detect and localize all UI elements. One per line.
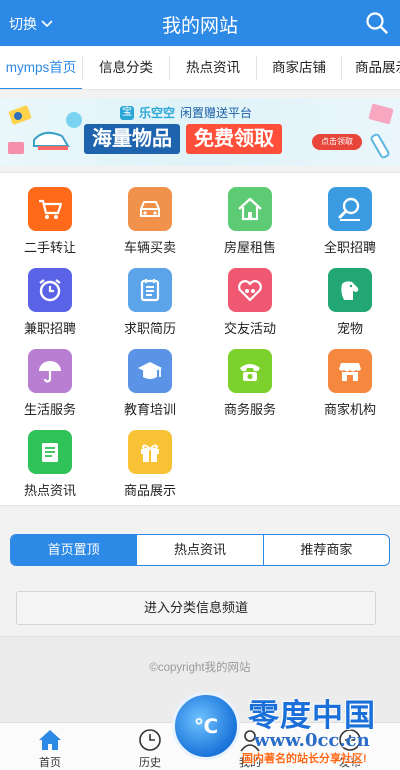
- watermark-tagline: 国内著名的站长分享社区!: [242, 753, 367, 765]
- channel-nav: mymps首页 信息分类 热点资讯 商家店铺 商品展示: [0, 46, 400, 90]
- banner-slogan: 闲置赠送平台: [180, 106, 253, 120]
- category-label: 求职简历: [123, 321, 176, 336]
- mobile-page: 切换 我的网站 mymps首页 信息分类 热点资讯 商家店铺 商品展示 宝: [0, 0, 400, 770]
- bottom-tab-home[interactable]: 首页: [20, 727, 80, 770]
- category-item[interactable]: 教育培训: [110, 349, 190, 418]
- top-header: 切换 我的网站: [0, 0, 400, 46]
- news-icon: [28, 430, 72, 474]
- car-icon: [128, 187, 172, 231]
- telephone-icon: [228, 349, 272, 393]
- banner-headline-a: 海量物品: [84, 124, 180, 154]
- category-label: 全职招聘: [323, 240, 376, 255]
- category-label: 商家机构: [323, 402, 376, 417]
- watermark: ℃ 零度中国 www.0cc.cn 国内著名的站长分享社区!: [172, 688, 400, 770]
- search-person-icon: [328, 187, 372, 231]
- category-label: 宠物: [336, 321, 363, 336]
- category-label: 商品展示: [123, 483, 176, 498]
- banner-tagline: 宝 乐空空 闲置赠送平台: [120, 104, 252, 121]
- banner-brand: 乐空空: [139, 106, 176, 120]
- category-grid: 二手转让 车辆买卖 房屋租售 全职招聘 兼职招聘 求职简历 交友活动 宠物 生活…: [0, 172, 400, 506]
- banner-claim-button[interactable]: 点击领取: [312, 134, 362, 150]
- tab-top[interactable]: 首页置顶: [11, 535, 137, 565]
- category-item[interactable]: 兼职招聘: [10, 268, 90, 337]
- watermark-title: 零度中国: [248, 698, 376, 733]
- gift-icon: [128, 430, 172, 474]
- category-item[interactable]: 商品展示: [110, 430, 190, 499]
- nav-item-news[interactable]: 热点资讯: [170, 46, 256, 89]
- brand-logo-icon: 宝: [120, 105, 134, 120]
- site-title: 我的网站: [161, 16, 238, 37]
- category-item[interactable]: 车辆买卖: [110, 187, 190, 256]
- category-item[interactable]: 求职简历: [110, 268, 190, 337]
- watermark-logo: ℃: [172, 692, 240, 760]
- category-label: 二手转让: [23, 240, 76, 255]
- enter-category-channel-button[interactable]: 进入分类信息频道: [16, 591, 376, 625]
- clock-icon: [28, 268, 72, 312]
- category-label: 商务服务: [223, 402, 276, 417]
- shop-icon: [328, 349, 372, 393]
- bottom-tab-history[interactable]: 历史: [120, 727, 180, 770]
- category-item[interactable]: 热点资讯: [10, 430, 90, 499]
- category-item[interactable]: 二手转让: [10, 187, 90, 256]
- bottom-tab-label: 首页: [39, 757, 61, 769]
- category-label: 教育培训: [123, 402, 176, 417]
- notepad-icon: [128, 268, 172, 312]
- bottom-tab-label: 历史: [139, 757, 161, 769]
- heart-people-icon: [228, 268, 272, 312]
- tab-merchants[interactable]: 推荐商家: [262, 535, 389, 565]
- house-icon: [228, 187, 272, 231]
- category-item[interactable]: 商家机构: [310, 349, 390, 418]
- clock-icon: [139, 729, 161, 751]
- home-icon: [39, 730, 61, 750]
- cart-icon: [28, 187, 72, 231]
- nav-item-stores[interactable]: 商家店铺: [257, 46, 341, 89]
- tab-news[interactable]: 热点资讯: [136, 535, 262, 565]
- banner-decoration-right: [368, 103, 394, 159]
- category-label: 生活服务: [23, 402, 76, 417]
- copyright-text: ©copyright我的网站: [149, 662, 251, 674]
- promo-banner[interactable]: 宝 乐空空 闲置赠送平台 海量物品 免费领取 点击领取: [0, 98, 400, 166]
- category-item[interactable]: 交友活动: [210, 268, 290, 337]
- category-item[interactable]: 全职招聘: [310, 187, 390, 256]
- category-label: 房屋租售: [223, 240, 276, 255]
- umbrella-icon: [28, 349, 72, 393]
- category-item[interactable]: 生活服务: [10, 349, 90, 418]
- banner-headline: 海量物品 免费领取: [84, 124, 282, 154]
- dog-icon: [328, 268, 372, 312]
- category-item[interactable]: 商务服务: [210, 349, 290, 418]
- category-item[interactable]: 宠物: [310, 268, 390, 337]
- search-icon[interactable]: [365, 11, 389, 35]
- content-tabs: 首页置顶 热点资讯 推荐商家: [10, 534, 390, 566]
- nav-item-categories[interactable]: 信息分类: [83, 46, 169, 89]
- banner-headline-b: 免费领取: [186, 124, 282, 154]
- banner-decoration-left: [8, 105, 82, 154]
- nav-item-products[interactable]: 商品展示: [342, 46, 400, 89]
- category-item[interactable]: 房屋租售: [210, 187, 290, 256]
- category-label: 交友活动: [223, 321, 276, 336]
- graduation-cap-icon: [128, 349, 172, 393]
- category-label: 车辆买卖: [123, 240, 176, 255]
- category-label: 热点资讯: [23, 483, 76, 498]
- watermark-url: www.0cc.cn: [254, 730, 370, 751]
- category-label: 兼职招聘: [23, 321, 76, 336]
- nav-item-home[interactable]: mymps首页: [0, 46, 82, 89]
